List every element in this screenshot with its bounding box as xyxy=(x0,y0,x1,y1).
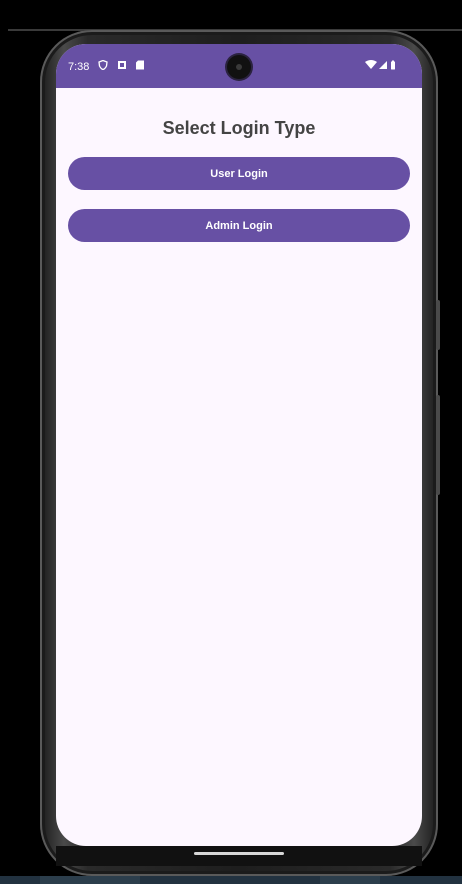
front-camera xyxy=(227,55,251,79)
notification-icon xyxy=(118,61,126,69)
navigation-area xyxy=(56,846,422,866)
status-time: 7:38 xyxy=(68,61,90,73)
volume-button xyxy=(436,300,440,350)
battery-icon xyxy=(391,60,395,70)
status-bar: 7:38 xyxy=(56,44,422,88)
page-title: Select Login Type xyxy=(162,118,316,138)
shield-icon xyxy=(98,60,108,70)
wifi-icon xyxy=(365,60,377,69)
signal-icon xyxy=(379,61,387,69)
window-top-strip xyxy=(0,0,462,30)
app-screen: 7:38 Select Login Type User Login Admin … xyxy=(56,44,422,846)
sd-card-icon xyxy=(136,60,144,70)
admin-login-button[interactable]: Admin Login xyxy=(68,209,410,242)
taskbar-strip xyxy=(0,876,462,884)
user-login-button[interactable]: User Login xyxy=(68,157,410,190)
power-button xyxy=(436,395,440,495)
home-indicator[interactable] xyxy=(194,852,284,855)
